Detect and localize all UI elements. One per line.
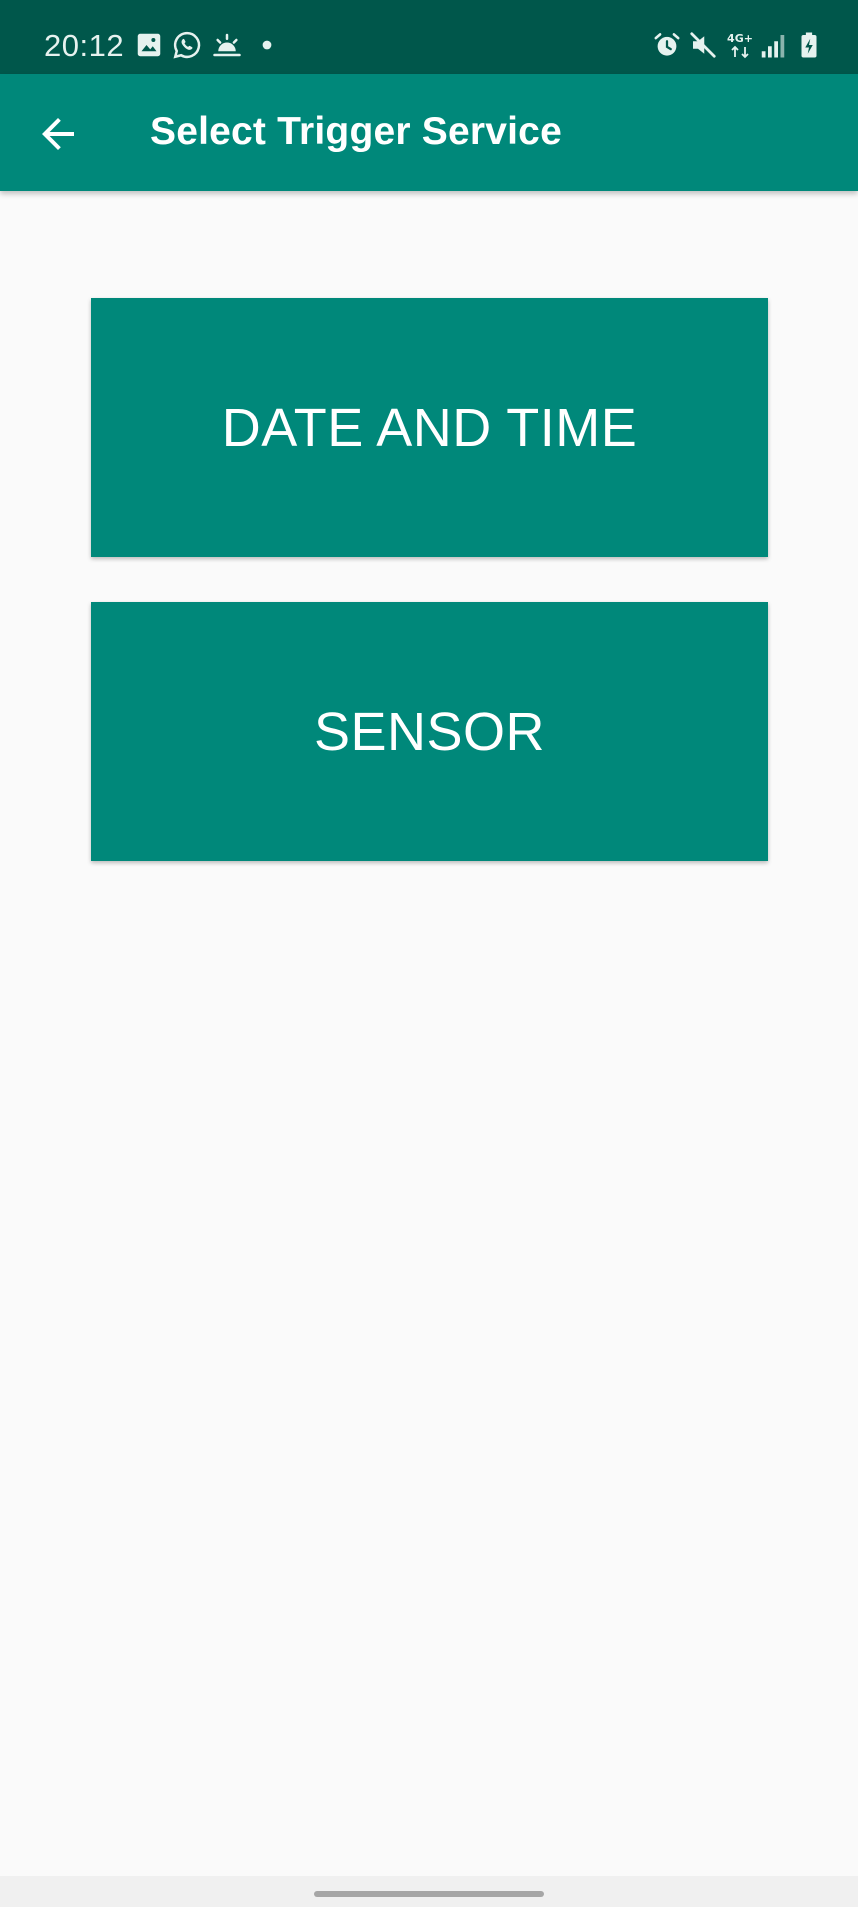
network-4g-icon: 4G+ — [724, 30, 756, 60]
back-button[interactable] — [34, 110, 82, 158]
alarm-icon — [652, 30, 682, 60]
mute-icon — [688, 30, 718, 60]
arrow-back-icon[interactable] — [34, 110, 82, 158]
sensor-button[interactable]: SENSOR — [91, 602, 768, 861]
network-label: 4G+ — [727, 32, 753, 45]
app-bar: Select Trigger Service — [0, 74, 858, 191]
home-gesture-handle[interactable] — [314, 1891, 544, 1897]
status-bar: 20:12 4G+ — [0, 0, 858, 74]
battery-charging-icon — [794, 30, 824, 60]
dot-icon — [252, 30, 282, 60]
weather-sunrise-icon — [212, 30, 242, 60]
page-title: Select Trigger Service — [150, 110, 562, 153]
date-and-time-button[interactable]: DATE AND TIME — [91, 298, 768, 557]
image-icon — [134, 30, 164, 60]
whatsapp-icon — [172, 30, 202, 60]
status-time: 20:12 — [44, 28, 125, 63]
navigation-bar — [0, 1876, 858, 1907]
content-area: DATE AND TIME SENSOR — [0, 191, 858, 1876]
signal-icon — [758, 30, 788, 60]
